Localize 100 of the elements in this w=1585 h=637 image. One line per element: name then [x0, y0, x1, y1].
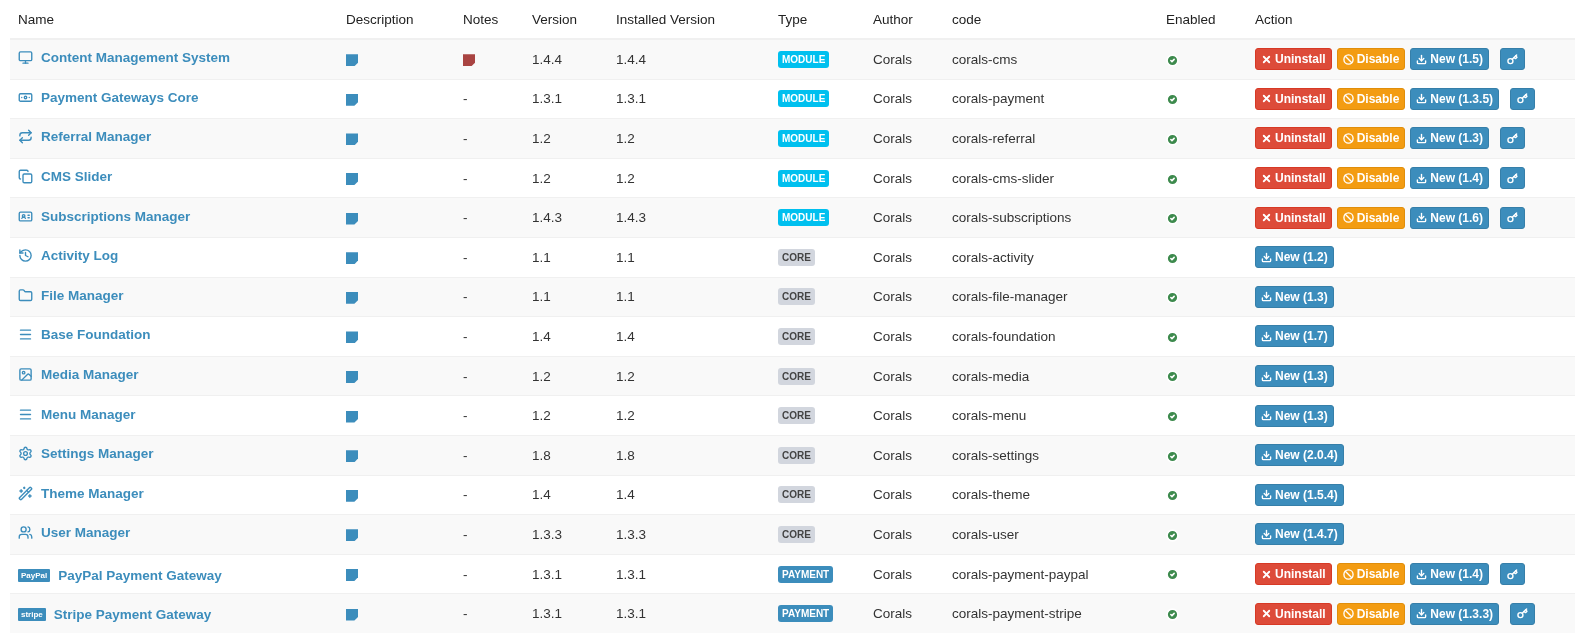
installed-version-text: 1.3.1 [616, 606, 647, 622]
uninstall-button[interactable]: Uninstall [1255, 87, 1332, 110]
description-note-icon[interactable] [346, 173, 358, 185]
license-key-button[interactable] [1500, 206, 1526, 229]
license-key-button[interactable] [1500, 167, 1526, 190]
update-button[interactable]: New (1.4.7) [1255, 523, 1344, 546]
description-note-icon[interactable] [346, 212, 358, 225]
module-name-link[interactable]: Referral Manager [18, 129, 152, 145]
license-key-button[interactable] [1500, 127, 1526, 150]
disable-button[interactable]: Disable [1336, 206, 1406, 229]
module-name-link[interactable]: Settings Manager [18, 446, 154, 462]
description-note-icon[interactable] [346, 331, 358, 344]
description-note-icon[interactable] [346, 371, 358, 383]
license-key-button[interactable] [1510, 602, 1536, 625]
ban-icon [1342, 608, 1354, 620]
uninstall-button[interactable]: Uninstall [1255, 602, 1332, 625]
brand-logo: PayPal [18, 568, 51, 582]
disable-button[interactable]: Disable [1336, 602, 1406, 625]
update-button[interactable]: New (1.6) [1410, 206, 1490, 229]
repeat-icon [18, 129, 33, 145]
key-icon [1507, 53, 1519, 65]
disable-button[interactable]: Disable [1336, 87, 1406, 110]
description-note-icon[interactable] [346, 133, 358, 146]
module-name-link[interactable]: Menu Manager [18, 406, 136, 422]
uninstall-button[interactable]: Uninstall [1255, 127, 1332, 150]
disable-button[interactable]: Disable [1336, 127, 1406, 150]
description-note-icon[interactable] [346, 291, 358, 304]
disable-button[interactable]: Disable [1336, 167, 1406, 190]
update-button[interactable]: New (1.3) [1255, 404, 1334, 427]
disable-button[interactable]: Disable [1336, 48, 1406, 71]
uninstall-button[interactable]: Uninstall [1255, 48, 1332, 71]
update-button[interactable]: New (1.4) [1410, 167, 1490, 190]
download-icon [1261, 410, 1272, 422]
author-text: Corals [873, 289, 912, 305]
download-icon [1261, 449, 1272, 461]
license-key-button[interactable] [1510, 87, 1536, 110]
module-name-link[interactable]: Theme Manager [18, 485, 144, 501]
description-note-icon[interactable] [346, 252, 358, 265]
module-name-link[interactable]: stripe Stripe Payment Gateway [18, 607, 212, 623]
update-button[interactable]: New (1.3.3) [1410, 602, 1500, 625]
description-note-icon[interactable] [346, 529, 358, 542]
description-note-icon[interactable] [346, 450, 358, 463]
module-name-link[interactable]: Base Foundation [18, 327, 151, 343]
module-name-link[interactable]: Media Manager [18, 367, 139, 383]
uninstall-button[interactable]: Uninstall [1255, 206, 1332, 229]
installed-version-text: 1.4 [616, 328, 635, 344]
disable-button[interactable]: Disable [1336, 563, 1406, 585]
description-note-icon[interactable] [346, 608, 358, 621]
module-name-link[interactable]: CMS Slider [18, 169, 113, 185]
download-icon [1261, 291, 1272, 303]
download-icon [1261, 370, 1272, 382]
update-button[interactable]: New (1.3.5) [1410, 87, 1500, 110]
ban-icon [1342, 212, 1354, 224]
key-icon [1517, 93, 1529, 105]
update-button[interactable]: New (1.5) [1410, 48, 1490, 71]
description-note-icon[interactable] [346, 568, 358, 581]
description-note-icon[interactable] [346, 489, 358, 502]
code-text: corals-cms-slider [952, 170, 1054, 186]
code-text: corals-cms [952, 51, 1018, 67]
update-button[interactable]: New (1.3) [1410, 127, 1490, 150]
version-text: 1.4 [532, 487, 551, 503]
ban-icon [1342, 93, 1354, 105]
license-key-button[interactable] [1500, 48, 1526, 71]
description-note-icon[interactable] [346, 410, 358, 423]
update-button[interactable]: New (1.5.4) [1255, 483, 1344, 506]
uninstall-button[interactable]: Uninstall [1255, 563, 1332, 585]
close-icon [1261, 53, 1272, 65]
update-button[interactable]: New (1.7) [1255, 325, 1334, 348]
update-button[interactable]: New (1.4) [1410, 563, 1490, 585]
download-icon [1261, 489, 1272, 501]
module-name: Settings Manager [41, 446, 154, 462]
menu-icon [18, 327, 33, 343]
type-label: MODULE [778, 50, 830, 68]
author-text: Corals [873, 606, 912, 622]
close-icon [1261, 133, 1272, 144]
code-text: corals-user [952, 526, 1019, 542]
update-button[interactable]: New (1.3) [1255, 285, 1334, 308]
module-name: Base Foundation [41, 327, 151, 343]
update-button[interactable]: New (1.2) [1255, 246, 1334, 269]
notes-text: - [463, 606, 468, 622]
module-name-link[interactable]: PayPal PayPal Payment Gateway [18, 567, 222, 583]
code-text: corals-payment [952, 91, 1045, 107]
installed-version-text: 1.4.4 [616, 51, 647, 67]
notes-text: - [463, 289, 468, 305]
note-icon[interactable] [463, 54, 475, 67]
notes-text: - [463, 131, 468, 146]
update-button[interactable]: New (1.3) [1255, 365, 1334, 388]
module-name-link[interactable]: File Manager [18, 287, 124, 303]
uninstall-button[interactable]: Uninstall [1255, 167, 1332, 190]
download-icon [1416, 568, 1428, 580]
description-note-icon[interactable] [346, 54, 358, 67]
module-name-link[interactable]: Activity Log [18, 248, 119, 264]
description-note-icon[interactable] [346, 93, 358, 106]
update-button[interactable]: New (2.0.4) [1255, 444, 1344, 467]
version-text: 1.2 [532, 131, 551, 146]
download-icon [1416, 608, 1428, 620]
license-key-button[interactable] [1500, 563, 1526, 585]
module-name: User Manager [41, 525, 131, 541]
type-label: MODULE [778, 130, 830, 147]
module-name-link[interactable]: User Manager [18, 525, 131, 541]
